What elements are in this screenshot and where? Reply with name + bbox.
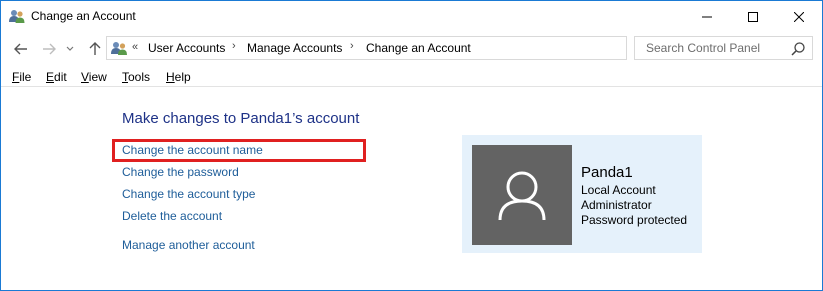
close-icon <box>794 11 804 22</box>
menu-help[interactable]: Help <box>166 70 191 84</box>
title-bar: Change an Account <box>1 1 822 32</box>
search-icon[interactable] <box>790 41 806 57</box>
window: Change an Account « User Accounts › Mana… <box>0 0 823 291</box>
breadcrumb-manage-accounts[interactable]: Manage Accounts <box>247 41 342 55</box>
back-button[interactable] <box>11 39 31 59</box>
change-account-name-link[interactable]: Change the account name <box>122 143 263 157</box>
account-card: Panda1 Local Account Administrator Passw… <box>462 135 702 253</box>
window-title: Change an Account <box>31 9 136 23</box>
page-title: Make changes to Panda1’s account <box>122 110 360 127</box>
user-accounts-icon <box>9 10 25 23</box>
avatar <box>472 145 572 245</box>
control-panel-users-icon <box>111 42 127 55</box>
change-account-type-link[interactable]: Change the account type <box>122 187 255 201</box>
breadcrumb-user-accounts[interactable]: User Accounts <box>148 41 225 55</box>
breadcrumb-separator-icon[interactable]: › <box>350 40 354 52</box>
menu-file[interactable]: File <box>12 70 31 84</box>
account-password-status: Password protected <box>581 213 688 227</box>
up-button[interactable] <box>85 39 105 59</box>
menu-view[interactable]: View <box>81 70 107 84</box>
menu-tools[interactable]: Tools <box>122 70 150 84</box>
back-arrow-icon <box>14 43 27 55</box>
minimize-icon <box>702 16 712 17</box>
up-arrow-icon <box>89 42 101 55</box>
search-input[interactable] <box>635 37 785 59</box>
menu-edit[interactable]: Edit <box>46 70 67 84</box>
minimize-button[interactable] <box>684 1 730 32</box>
chevron-down-icon <box>66 46 74 51</box>
manage-another-account-link[interactable]: Manage another account <box>122 238 255 252</box>
delete-account-link[interactable]: Delete the account <box>122 209 222 223</box>
account-type: Local Account <box>581 183 656 197</box>
maximize-button[interactable] <box>730 1 776 32</box>
change-password-link[interactable]: Change the password <box>122 165 239 179</box>
account-name: Panda1 <box>581 164 633 181</box>
recent-locations-button[interactable] <box>63 39 77 59</box>
forward-button[interactable] <box>39 39 59 59</box>
menu-bar: File Edit View Tools Help <box>1 67 822 87</box>
close-button[interactable] <box>776 1 822 32</box>
address-bar[interactable]: « User Accounts › Manage Accounts › Chan… <box>106 36 725 60</box>
search-box[interactable] <box>634 36 813 60</box>
user-silhouette-icon <box>498 171 546 221</box>
forward-arrow-icon <box>43 43 56 55</box>
breadcrumb-overflow[interactable]: « <box>132 41 138 53</box>
breadcrumb-change-an-account[interactable]: Change an Account <box>366 41 471 55</box>
breadcrumb-separator-icon[interactable]: › <box>232 40 236 52</box>
account-role: Administrator <box>581 198 652 212</box>
maximize-icon <box>748 11 758 22</box>
